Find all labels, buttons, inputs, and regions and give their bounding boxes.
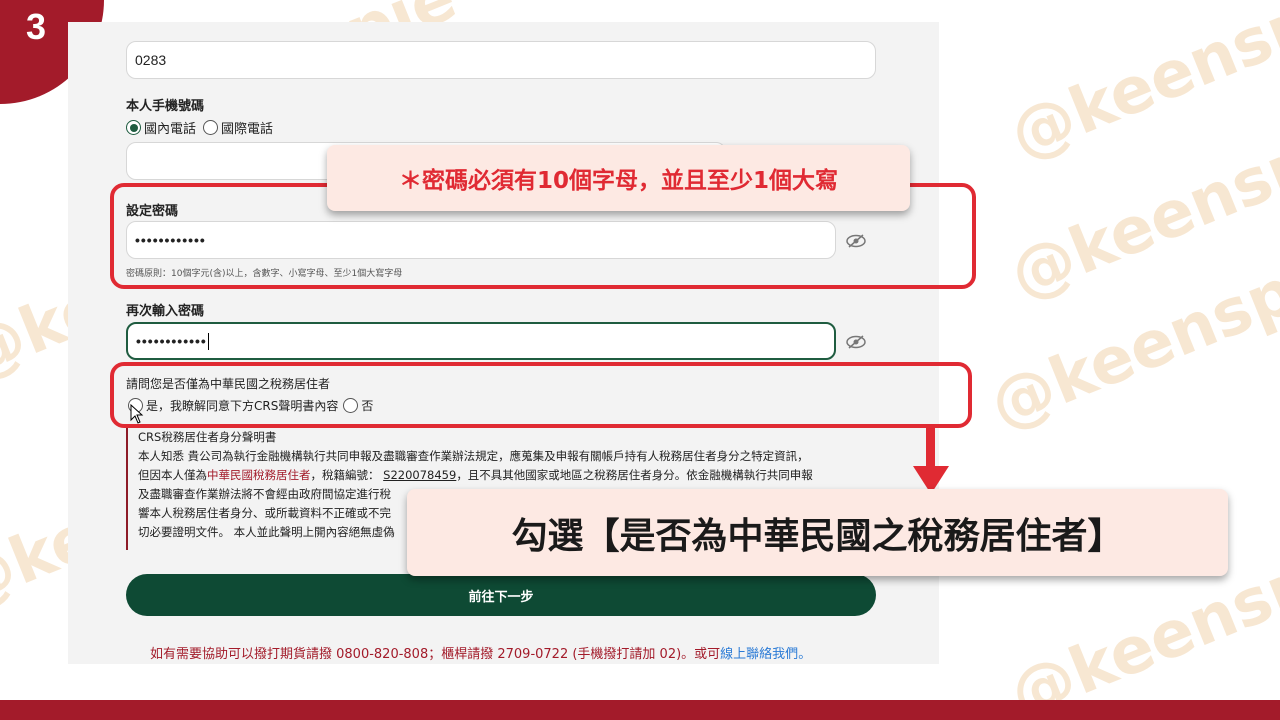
step-number: 3 <box>26 6 47 47</box>
tax-id: S220078459 <box>383 468 457 482</box>
contact-us-link[interactable]: 線上聯絡我們 <box>720 647 798 662</box>
domestic-phone-label: 國內電話 <box>144 122 197 137</box>
password-callout-text: ＊密碼必須有10個字母，並且至少1個大寫 <box>398 168 838 194</box>
watermark: @keenspie <box>1000 0 1280 174</box>
tax-callout: 勾選【是否為中華民國之稅務居住者】 <box>407 489 1228 576</box>
help-text-body: 如有需要協助可以撥打期貨請撥 0800-820-808；櫃桿請撥 2709-07… <box>150 647 721 662</box>
declaration-title: CRS稅務居住者身分聲明書 <box>138 430 277 444</box>
tax-residence-highlight: 中華民國稅務居住者 <box>207 468 311 482</box>
confirm-password-value: •••••••••••• <box>136 333 207 349</box>
confirm-password-label: 再次輸入密碼 <box>126 304 205 319</box>
declaration-line: 本人知悉 貴公司為執行金融機構執行共同申報及盡職審查作業辦法規定，應蒐集及申報有… <box>138 449 809 463</box>
tax-callout-text: 勾選【是否為中華民國之稅務居住者】 <box>511 515 1124 557</box>
tax-highlight-box <box>110 362 972 428</box>
phone-label: 本人手機號碼 <box>126 99 205 114</box>
next-step-button[interactable]: 前往下一步 <box>126 574 876 616</box>
help-text: 如有需要協助可以撥打期貨請撥 0800-820-808；櫃桿請撥 2709-07… <box>150 643 811 662</box>
text-caret <box>207 332 209 350</box>
bottom-bar <box>0 700 1280 720</box>
help-text-end: 。 <box>798 647 812 662</box>
password-callout: ＊密碼必須有10個字母，並且至少1個大寫 <box>327 145 910 211</box>
confirm-password-input[interactable]: •••••••••••• <box>126 322 836 360</box>
previous-field-value: 0283 <box>135 52 167 68</box>
international-phone-radio[interactable] <box>203 120 219 135</box>
declaration-text: 但因本人僅為 <box>138 468 207 482</box>
declaration-text: ，稅籍編號： <box>310 468 380 482</box>
international-phone-label: 國際電話 <box>221 122 274 137</box>
domestic-phone-radio[interactable] <box>126 120 141 135</box>
phone-type-options: 國內電話 國際電話 <box>126 118 273 137</box>
declaration-text: ，且不具其他國家或地區之稅務居住者身分。依金融機構執行共同申報 <box>456 468 813 482</box>
watermark: @keenspie <box>1000 100 1280 314</box>
watermark: @keenspie <box>980 230 1280 444</box>
eye-slash-icon[interactable] <box>845 335 867 349</box>
arrow-line <box>926 425 935 470</box>
declaration-line: 但因本人僅為中華民國稅務居住者，稅籍編號： S220078459，且不具其他國家… <box>138 466 876 485</box>
previous-input-field[interactable]: 0283 <box>126 41 876 79</box>
